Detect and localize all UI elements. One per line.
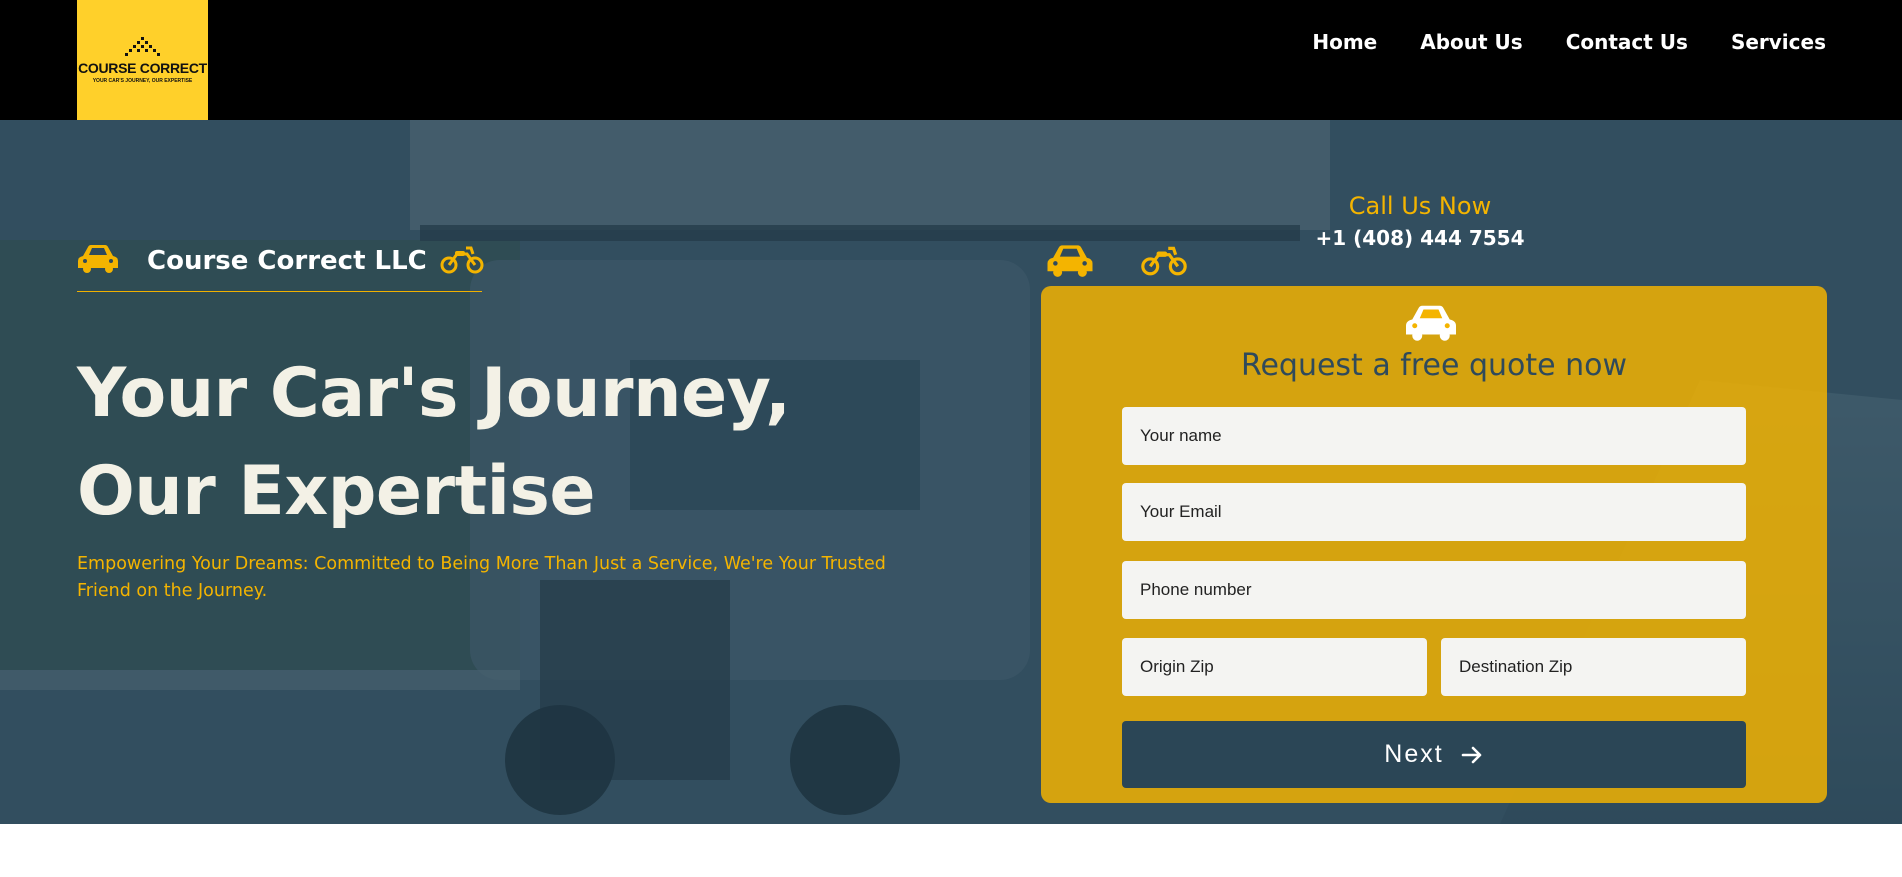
quote-form-panel: Request a free quote now Next (1041, 286, 1827, 803)
headline-line-2: Our Expertise (77, 452, 595, 531)
top-navbar: COURSE CORRECT YOUR CAR'S JOURNEY, OUR E… (0, 0, 1902, 120)
motorcycle-icon (440, 246, 484, 274)
logo-tagline: YOUR CAR'S JOURNEY, OUR EXPERTISE (92, 78, 193, 84)
nav-home[interactable]: Home (1312, 30, 1377, 54)
logo-mark-icon (124, 37, 160, 56)
hero-headline: Your Car's Journey, Our Expertise (77, 345, 791, 541)
call-us-title: Call Us Now (1348, 192, 1492, 220)
site-logo[interactable]: COURSE CORRECT YOUR CAR'S JOURNEY, OUR E… (77, 0, 208, 120)
nav-contact-us[interactable]: Contact Us (1566, 30, 1688, 54)
arrow-right-icon (1461, 746, 1482, 763)
motorcycle-icon (1141, 246, 1187, 276)
hero-section: Course Correct LLC Your Car's Journey, O… (0, 120, 1902, 824)
nav-about-us[interactable]: About Us (1420, 30, 1522, 54)
next-button[interactable]: Next (1122, 721, 1746, 788)
car-icon (1406, 305, 1456, 341)
next-button-label: Next (1384, 740, 1444, 768)
brand-name: Course Correct LLC (147, 246, 427, 276)
quote-form-title: Request a free quote now (1240, 348, 1628, 383)
car-icon (1047, 245, 1093, 277)
car-icon (78, 245, 118, 273)
phone-input[interactable] (1122, 561, 1746, 619)
main-nav: Home About Us Contact Us Services (1312, 30, 1826, 54)
email-input[interactable] (1122, 483, 1746, 541)
origin-zip-input[interactable] (1122, 638, 1427, 696)
call-us-phone[interactable]: +1 (408) 444 7554 (1300, 226, 1540, 250)
brand-row: Course Correct LLC (77, 238, 484, 292)
logo-name: COURSE CORRECT (78, 60, 207, 76)
name-input[interactable] (1122, 407, 1746, 465)
hero-tagline: Empowering Your Dreams: Committed to Bei… (77, 554, 886, 601)
headline-line-1: Your Car's Journey, (77, 354, 791, 433)
nav-services[interactable]: Services (1731, 30, 1826, 54)
destination-zip-input[interactable] (1441, 638, 1746, 696)
